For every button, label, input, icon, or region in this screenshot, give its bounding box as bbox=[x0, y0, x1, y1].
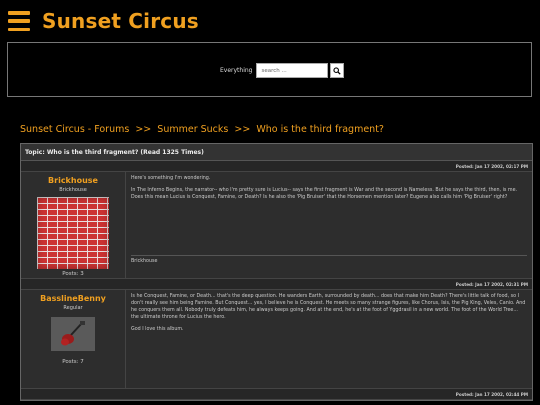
author-rank: Brickhouse bbox=[59, 187, 87, 193]
author-panel: Brickhouse Brickhouse Posts: 3 bbox=[21, 172, 126, 278]
breadcrumb-topic-link[interactable]: Who is the third fragment? bbox=[256, 124, 384, 135]
post-body: Here's something I'm wondering. In The I… bbox=[126, 172, 532, 278]
avatar bbox=[51, 317, 95, 351]
breadcrumb-forums-link[interactable]: Sunset Circus - Forums bbox=[20, 124, 129, 135]
search-panel: Everything search ... bbox=[7, 42, 532, 97]
post-paragraph: Here's something I'm wondering. bbox=[131, 176, 211, 181]
search-input[interactable]: search ... bbox=[256, 63, 329, 78]
breadcrumb-separator: >> bbox=[234, 124, 251, 135]
author-name-link[interactable]: BasslineBenny bbox=[21, 294, 125, 303]
breadcrumb: Sunset Circus - Forums >> Summer Sucks >… bbox=[20, 124, 384, 135]
post: Brickhouse Brickhouse Posts: 3 Here's so… bbox=[21, 172, 532, 279]
thread-table: Topic: Who is the third fragment? (Read … bbox=[20, 143, 533, 401]
breadcrumb-separator: >> bbox=[135, 124, 152, 135]
author-rank: Regular bbox=[63, 305, 83, 311]
author-panel: BasslineBenny Regular Posts: 7 bbox=[21, 290, 126, 388]
author-post-count: Posts: 7 bbox=[62, 359, 84, 365]
post-paragraph: In The Inferno Begins, the narrator-- wh… bbox=[131, 187, 518, 200]
search-button[interactable] bbox=[330, 63, 345, 78]
post-date: Posted: Jan 17 2002, 02:44 PM bbox=[21, 389, 532, 400]
site-title[interactable]: Sunset Circus bbox=[42, 9, 199, 33]
search-scope-select[interactable]: Everything bbox=[220, 67, 252, 74]
author-name-link[interactable]: Brickhouse bbox=[21, 176, 125, 185]
menu-icon[interactable] bbox=[8, 11, 30, 31]
search-icon bbox=[333, 66, 342, 75]
breadcrumb-board-link[interactable]: Summer Sucks bbox=[157, 124, 228, 135]
topic-title: Topic: Who is the third fragment? (Read … bbox=[21, 144, 532, 161]
post-date: Posted: Jan 17 2002, 02:31 PM bbox=[21, 279, 532, 290]
post: BasslineBenny Regular Posts: 7 Is he Con… bbox=[21, 290, 532, 389]
avatar bbox=[37, 197, 109, 269]
author-post-count: Posts: 3 bbox=[62, 271, 84, 277]
post-paragraph: God I love this album. bbox=[131, 326, 184, 332]
site-header: Sunset Circus bbox=[8, 6, 199, 36]
bass-guitar-icon bbox=[61, 321, 85, 346]
post-body: Is he Conquest, Famine, or Death... that… bbox=[126, 290, 532, 388]
post-paragraph: Is he Conquest, Famine, or Death... that… bbox=[131, 294, 526, 320]
post-date: Posted: Jan 17 2002, 02:17 PM bbox=[21, 161, 532, 172]
post-signature: Brickhouse bbox=[131, 254, 527, 266]
